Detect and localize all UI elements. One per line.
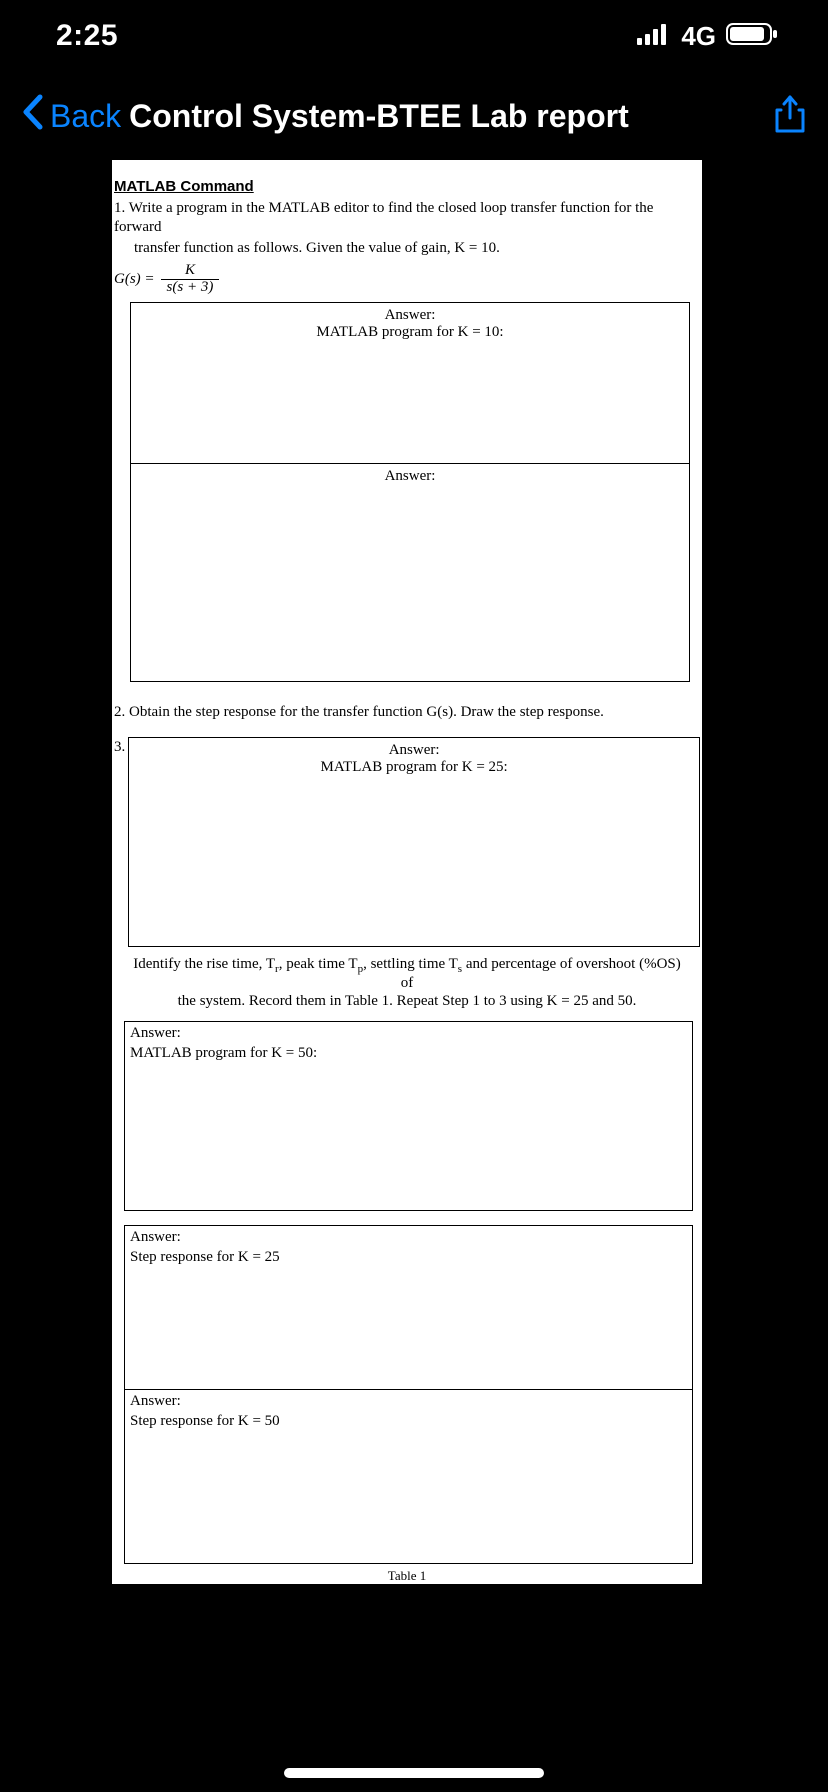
question-1-text-cont: transfer function as follows. Given the … <box>112 239 702 260</box>
answer-body <box>131 485 689 681</box>
answer-box-step25: Answer: Step response for K = 25 <box>124 1225 693 1390</box>
answer-box-blank: Answer: <box>130 463 690 682</box>
share-button[interactable] <box>770 94 810 139</box>
question-3-number: 3. <box>112 737 128 947</box>
answer-label: Answer: <box>129 738 699 759</box>
answer-subtitle-k25: MATLAB program for K = 25: <box>129 759 699 778</box>
document-viewport[interactable]: MATLAB Command 1. Write a program in the… <box>0 160 828 1792</box>
identify-line-2: the system. Record them in Table 1. Repe… <box>178 993 637 1009</box>
answer-box-k10: Answer: MATLAB program for K = 10: <box>130 302 690 464</box>
signal-icon <box>637 23 671 50</box>
formula-numerator: K <box>179 263 201 279</box>
nav-bar: Back Control System-BTEE Lab report <box>0 72 828 160</box>
answer-label: Answer: <box>125 1022 692 1045</box>
share-icon <box>773 94 807 139</box>
answer-box-k50: Answer: MATLAB program for K = 50: <box>124 1021 693 1211</box>
answer-subtitle-step50: Step response for K = 50 <box>125 1413 692 1433</box>
identify-text: Identify the rise time, Tr, peak time Tp… <box>112 947 702 1021</box>
answer-label: Answer: <box>131 464 689 485</box>
answer-label: Answer: <box>125 1390 692 1413</box>
back-button[interactable]: Back <box>18 93 121 139</box>
page-title: Control System-BTEE Lab report <box>129 98 770 135</box>
question-2-text: 2. Obtain the step response for the tran… <box>112 682 702 737</box>
answer-box-k25: Answer: MATLAB program for K = 25: <box>128 737 700 947</box>
answer-subtitle-k50: MATLAB program for K = 50: <box>125 1045 692 1065</box>
answer-box-step50: Answer: Step response for K = 50 <box>124 1389 693 1564</box>
question-1-text: 1. Write a program in the MATLAB editor … <box>112 199 702 239</box>
section-heading: MATLAB Command <box>112 160 702 199</box>
answer-body <box>129 778 699 946</box>
home-indicator[interactable] <box>284 1768 544 1778</box>
answer-label: Answer: <box>131 303 689 324</box>
answer-subtitle-k10: MATLAB program for K = 10: <box>131 324 689 343</box>
formula: G(s) = K s(s + 3) <box>112 259 702 302</box>
answer-body <box>125 1433 692 1563</box>
formula-fraction: K s(s + 3) <box>161 263 220 296</box>
question-3-row: 3. Answer: MATLAB program for K = 25: <box>112 737 702 947</box>
table-caption: Table 1 <box>112 1564 702 1584</box>
document-page: MATLAB Command 1. Write a program in the… <box>112 160 702 1584</box>
identify-line-1: Identify the rise time, Tr, peak time Tp… <box>133 956 681 991</box>
chevron-left-icon <box>18 93 48 139</box>
answer-body <box>131 343 689 463</box>
formula-lhs: G(s) = <box>114 271 155 288</box>
status-time: 2:25 <box>56 19 118 53</box>
network-label: 4G <box>681 21 716 52</box>
answer-body <box>125 1065 692 1210</box>
back-label: Back <box>50 98 121 135</box>
formula-denominator: s(s + 3) <box>161 279 220 296</box>
battery-icon <box>726 22 780 51</box>
answer-body <box>125 1269 692 1389</box>
status-icons: 4G <box>637 21 780 52</box>
status-bar: 2:25 4G <box>0 0 828 72</box>
answer-label: Answer: <box>125 1226 692 1249</box>
answer-subtitle-step25: Step response for K = 25 <box>125 1249 692 1269</box>
